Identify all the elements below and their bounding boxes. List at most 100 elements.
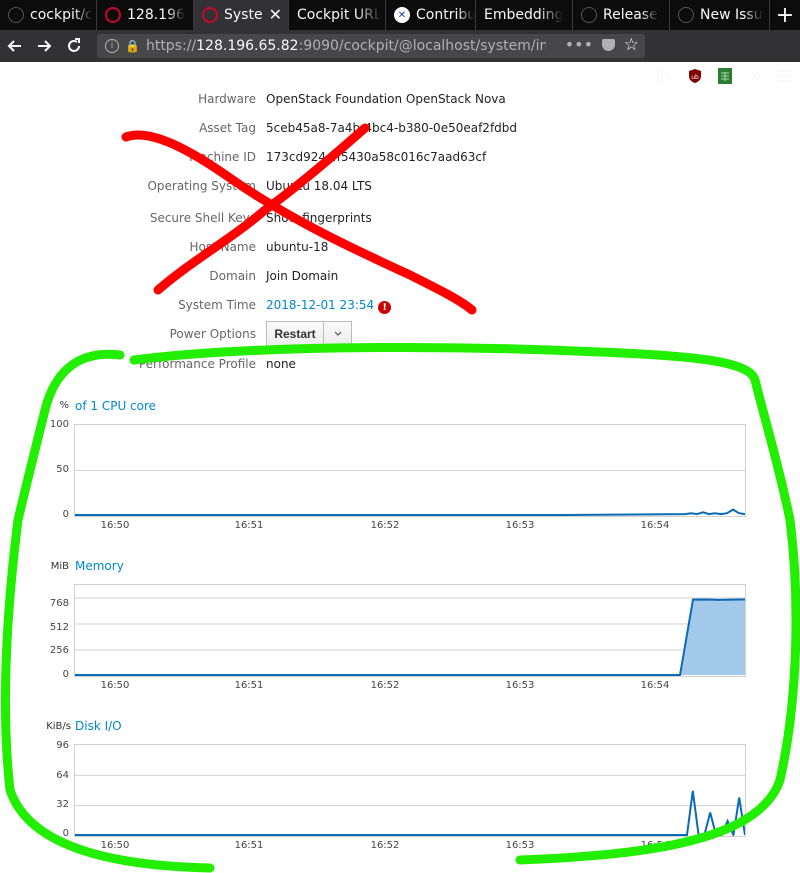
tab-strip: cockpit/c 128.196 Syste ✕ Cockpit URL ✕ … xyxy=(0,0,800,30)
host-name-link[interactable]: ubuntu-18 xyxy=(266,237,328,257)
y-tick-label: 768 xyxy=(49,598,69,609)
hardware-link[interactable]: OpenStack Foundation OpenStack Nova xyxy=(266,89,506,109)
row-performance-profile: Performance Profile none xyxy=(0,354,800,374)
cpu-unit: % xyxy=(59,400,69,411)
domain-label: Domain xyxy=(209,269,256,283)
x-tick-label: 16:51 xyxy=(234,680,264,691)
series-area xyxy=(75,599,745,675)
tab-label: 128.196 xyxy=(127,7,185,23)
series-line xyxy=(75,508,745,516)
memory-plot[interactable] xyxy=(74,584,746,677)
disk-unit: KiB/s xyxy=(46,721,71,732)
url-host: 128.196.65.82 xyxy=(196,38,299,54)
x-tick-label: 16:53 xyxy=(505,840,535,851)
x-tick-label: 16:52 xyxy=(370,520,400,531)
url-scheme: https:// xyxy=(145,38,197,54)
svg-text:ub: ub xyxy=(691,74,699,81)
row-system-time: System Time 2018-12-01 23:54! xyxy=(0,295,800,315)
back-icon[interactable] xyxy=(2,33,28,59)
github-icon xyxy=(581,7,597,23)
restart-button[interactable]: Restart xyxy=(266,321,324,347)
row-machine-id: Machine ID 173cd924cff5430a58c016c7aad63… xyxy=(0,147,800,167)
row-hardware: Hardware OpenStack Foundation OpenStack … xyxy=(0,89,800,109)
y-tick-label: 64 xyxy=(56,770,69,781)
disk-graph-title[interactable]: Disk I/O xyxy=(75,719,122,733)
tab-cockpit-ip[interactable]: 128.196 xyxy=(97,0,194,30)
cockpit-icon xyxy=(202,7,218,23)
show-fingerprints-link[interactable]: Show fingerprints xyxy=(266,208,372,228)
page-actions-icon[interactable]: ••• xyxy=(565,35,593,54)
memory-unit: MiB xyxy=(50,561,69,572)
y-tick-label: 32 xyxy=(56,799,69,810)
zoom-icon: ✕ xyxy=(394,7,410,23)
pocket-icon[interactable] xyxy=(602,39,615,51)
power-options-button-group: Restart xyxy=(266,321,352,347)
bookmark-star-icon[interactable]: ☆ xyxy=(624,35,639,55)
info-icon[interactable]: i xyxy=(105,39,119,53)
disk-plot[interactable] xyxy=(74,744,746,837)
tab-new-issue[interactable]: New Issu xyxy=(670,0,770,30)
y-tick-label: 50 xyxy=(56,464,69,475)
sheets-icon[interactable] xyxy=(717,65,733,87)
cpu-graph-title[interactable]: of 1 CPU core xyxy=(75,399,156,413)
y-tick-label: 512 xyxy=(49,622,69,633)
performance-profile-value[interactable]: none xyxy=(266,354,296,374)
url-bar[interactable]: i 🔒 https://128.196.65.82:9090/cockpit/@… xyxy=(97,34,645,58)
x-tick-label: 16:54 xyxy=(640,840,670,851)
tab-label: Syste xyxy=(224,7,263,23)
tab-label: Cockpit URL xyxy=(297,7,382,23)
operating-system-value: Ubuntu 18.04 LTS xyxy=(266,179,372,193)
tab-contribute[interactable]: ✕ Contribu xyxy=(386,0,476,30)
ssh-keys-label: Secure Shell Keys xyxy=(149,211,256,225)
warning-icon[interactable]: ! xyxy=(378,301,392,314)
library-icon[interactable] xyxy=(655,65,675,87)
new-tab-button[interactable]: + xyxy=(770,0,800,30)
x-tick-label: 16:53 xyxy=(505,680,535,691)
chevron-down-icon xyxy=(334,331,341,336)
url-text[interactable]: https://128.196.65.82:9090/cockpit/@loca… xyxy=(146,38,546,54)
hamburger-menu-icon[interactable] xyxy=(775,65,795,87)
power-options-label: Power Options xyxy=(169,327,256,341)
x-tick-label: 16:53 xyxy=(505,520,535,531)
tab-cockpit-url[interactable]: Cockpit URL xyxy=(289,0,386,30)
reload-icon[interactable] xyxy=(61,33,87,59)
memory-chart-svg xyxy=(75,597,745,676)
row-ssh-keys: Secure Shell Keys Show fingerprints xyxy=(0,208,800,228)
tab-embedding[interactable]: Embedding xyxy=(476,0,573,30)
x-tick-label: 16:50 xyxy=(100,840,130,851)
asset-tag-label: Asset Tag xyxy=(199,121,256,135)
forward-icon[interactable] xyxy=(31,33,57,59)
lock-icon[interactable]: 🔒 xyxy=(125,39,140,53)
operating-system-label: Operating System xyxy=(147,179,256,193)
x-tick-label: 16:54 xyxy=(640,520,670,531)
asset-tag-value: 5ceb45a8-7a4b-4bc4-b380-0e50eaf2fdbd xyxy=(266,121,518,135)
tab-label: cockpit/c xyxy=(30,7,93,23)
memory-graph-title[interactable]: Memory xyxy=(75,559,124,573)
x-tick-label: 16:50 xyxy=(100,520,130,531)
join-domain-link[interactable]: Join Domain xyxy=(266,266,338,286)
cpu-chart-svg xyxy=(75,470,745,516)
y-tick-label: 0 xyxy=(62,509,69,520)
github-icon xyxy=(678,7,694,23)
tab-label: Contribu xyxy=(416,7,475,23)
x-tick-label: 16:50 xyxy=(100,680,130,691)
tab-system[interactable]: Syste ✕ xyxy=(194,0,289,30)
x-tick-label: 16:51 xyxy=(234,520,264,531)
overflow-menu-icon[interactable] xyxy=(746,65,766,87)
cockpit-icon xyxy=(105,7,121,23)
system-time-link[interactable]: 2018-12-01 23:54 xyxy=(266,298,374,312)
tab-label: Release xyxy=(603,7,658,23)
system-time-value-wrap: 2018-12-01 23:54! xyxy=(266,295,392,315)
tab-label: Embedding xyxy=(484,7,564,23)
hardware-label: Hardware xyxy=(198,92,256,106)
y-tick-label: 96 xyxy=(56,740,69,751)
power-options-dropdown-toggle[interactable] xyxy=(324,321,352,347)
navigation-toolbar: i 🔒 https://128.196.65.82:9090/cockpit/@… xyxy=(0,30,800,84)
tab-cockpit-github[interactable]: cockpit/c xyxy=(0,0,97,30)
ublock-icon[interactable]: ub xyxy=(687,65,703,87)
x-tick-label: 16:51 xyxy=(234,840,264,851)
tab-release[interactable]: Release xyxy=(573,0,670,30)
system-time-label: System Time xyxy=(178,298,256,312)
close-tab-icon[interactable]: ✕ xyxy=(269,5,282,24)
cpu-plot[interactable] xyxy=(74,424,746,517)
